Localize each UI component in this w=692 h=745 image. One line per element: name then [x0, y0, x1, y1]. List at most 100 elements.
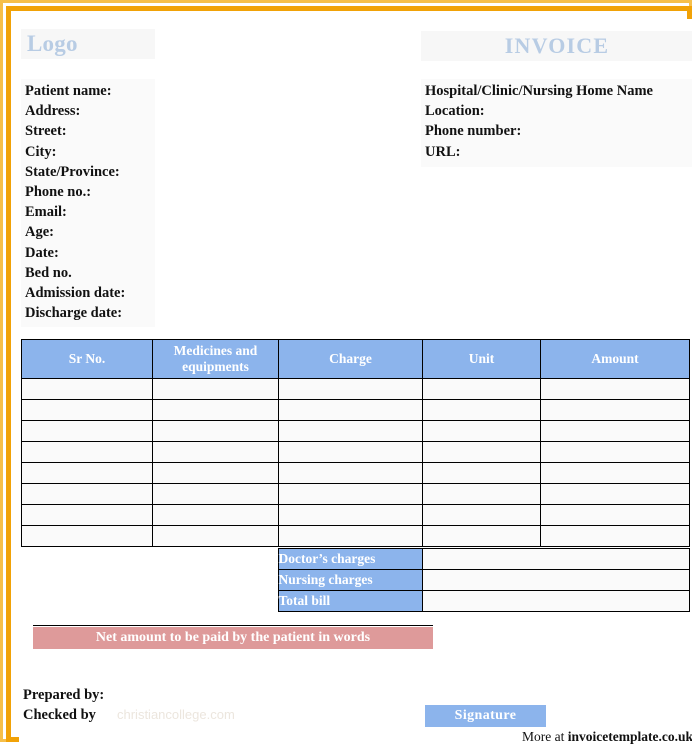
cell-medicines[interactable]: [152, 483, 279, 505]
cell-medicines[interactable]: [152, 504, 279, 526]
cell-unit[interactable]: [422, 483, 541, 505]
summary-label-total-bill: Total bill: [277, 590, 423, 612]
cell-charge[interactable]: [278, 483, 423, 505]
summary-row-doctors-charges: Doctor’s charges: [21, 548, 690, 570]
cell-amount[interactable]: [540, 504, 690, 526]
cell-charge[interactable]: [278, 462, 423, 484]
patient-field-city: City:: [25, 143, 57, 160]
net-amount-divider: [33, 625, 433, 626]
column-header-charge: Charge: [278, 339, 423, 379]
cell-sr-no[interactable]: [21, 483, 153, 505]
cell-medicines[interactable]: [152, 420, 279, 442]
invoice-sheet: Logo INVOICE Patient name: Address: Stre…: [19, 19, 692, 745]
patient-field-age: Age:: [25, 224, 54, 241]
hospital-field-name: Hospital/Clinic/Nursing Home Name: [425, 83, 653, 99]
cell-medicines[interactable]: [152, 399, 279, 421]
cell-amount[interactable]: [540, 483, 690, 505]
column-header-amount: Amount: [540, 339, 690, 379]
patient-field-admission-date: Admission date:: [25, 285, 126, 302]
bill-items-body: [21, 378, 690, 547]
table-row[interactable]: [21, 420, 690, 442]
cell-unit[interactable]: [422, 525, 541, 547]
cell-charge[interactable]: [278, 441, 423, 463]
cell-medicines[interactable]: [152, 441, 279, 463]
page-title: INVOICE: [504, 33, 610, 58]
cell-sr-no[interactable]: [21, 378, 153, 400]
invoice-page: Logo INVOICE Patient name: Address: Stre…: [0, 0, 692, 745]
table-row[interactable]: [21, 525, 690, 547]
cell-sr-no[interactable]: [21, 441, 153, 463]
cell-sr-no[interactable]: [21, 504, 153, 526]
cell-amount[interactable]: [540, 420, 690, 442]
patient-field-state: State/Province:: [25, 163, 120, 180]
table-row[interactable]: [21, 399, 690, 421]
column-header-unit: Unit: [422, 339, 541, 379]
cell-amount[interactable]: [540, 525, 690, 547]
cell-medicines[interactable]: [152, 462, 279, 484]
summary-value-doctors-charges[interactable]: [421, 548, 690, 570]
summary-value-total-bill[interactable]: [421, 590, 690, 612]
hospital-info-block: Hospital/Clinic/Nursing Home Name Locati…: [421, 79, 692, 167]
cell-charge[interactable]: [278, 399, 423, 421]
bill-items-table: Sr No. Medicines and equipments Charge U…: [21, 339, 690, 547]
logo-label: Logo: [27, 31, 78, 56]
table-row[interactable]: [21, 462, 690, 484]
patient-field-date: Date:: [25, 244, 59, 261]
table-header-row: Sr No. Medicines and equipments Charge U…: [21, 339, 690, 379]
cell-charge[interactable]: [278, 504, 423, 526]
signature-button[interactable]: Signature: [425, 705, 546, 727]
cell-sr-no[interactable]: [21, 525, 153, 547]
cell-amount[interactable]: [540, 399, 690, 421]
cell-unit[interactable]: [422, 441, 541, 463]
cell-medicines[interactable]: [152, 525, 279, 547]
cell-medicines[interactable]: [152, 378, 279, 400]
table-row[interactable]: [21, 378, 690, 400]
checked-by-label: Checked by: [23, 707, 96, 723]
watermark-text: christiancollege.com: [117, 707, 235, 722]
patient-field-discharge-date: Discharge date:: [25, 305, 123, 322]
logo-placeholder[interactable]: Logo: [21, 29, 155, 59]
cell-charge[interactable]: [278, 378, 423, 400]
summary-spacer: [21, 548, 278, 570]
patient-field-bed-no: Bed no.: [25, 264, 72, 281]
column-header-medicines: Medicines and equipments: [152, 339, 279, 379]
invoice-title-box: INVOICE: [421, 31, 692, 61]
summary-label-nursing-charges: Nursing charges: [277, 569, 423, 591]
prepared-by-label: Prepared by:: [23, 687, 105, 703]
cell-sr-no[interactable]: [21, 420, 153, 442]
hospital-field-url: URL:: [425, 143, 461, 160]
signature-label: Signature: [454, 708, 517, 723]
cell-charge[interactable]: [278, 525, 423, 547]
summary-spacer: [21, 590, 278, 612]
cell-unit[interactable]: [422, 378, 541, 400]
cell-charge[interactable]: [278, 420, 423, 442]
hospital-field-phone: Phone number:: [425, 123, 522, 140]
cell-sr-no[interactable]: [21, 462, 153, 484]
cell-unit[interactable]: [422, 420, 541, 442]
patient-field-phone: Phone no.:: [25, 184, 92, 201]
net-amount-bar: Net amount to be paid by the patient in …: [33, 627, 433, 649]
summary-spacer: [21, 569, 278, 591]
cell-unit[interactable]: [422, 399, 541, 421]
cell-amount[interactable]: [540, 441, 690, 463]
cell-unit[interactable]: [422, 462, 541, 484]
hospital-field-location: Location:: [425, 103, 485, 120]
attribution-text: More at invoicetemplate.co.uk: [522, 729, 692, 745]
patient-field-name: Patient name:: [25, 83, 112, 99]
column-header-sr-no: Sr No.: [21, 339, 153, 379]
summary-table: Doctor’s charges Nursing charges Total b…: [21, 548, 690, 612]
summary-row-total-bill: Total bill: [21, 590, 690, 612]
summary-value-nursing-charges[interactable]: [421, 569, 690, 591]
patient-info-block: Patient name: Address: Street: City: Sta…: [21, 79, 155, 327]
patient-field-street: Street:: [25, 123, 67, 140]
table-row[interactable]: [21, 483, 690, 505]
table-row[interactable]: [21, 441, 690, 463]
summary-row-nursing-charges: Nursing charges: [21, 569, 690, 591]
cell-unit[interactable]: [422, 504, 541, 526]
net-amount-label: Net amount to be paid by the patient in …: [95, 630, 371, 645]
patient-field-email: Email:: [25, 204, 67, 221]
cell-amount[interactable]: [540, 378, 690, 400]
cell-amount[interactable]: [540, 462, 690, 484]
cell-sr-no[interactable]: [21, 399, 153, 421]
table-row[interactable]: [21, 504, 690, 526]
